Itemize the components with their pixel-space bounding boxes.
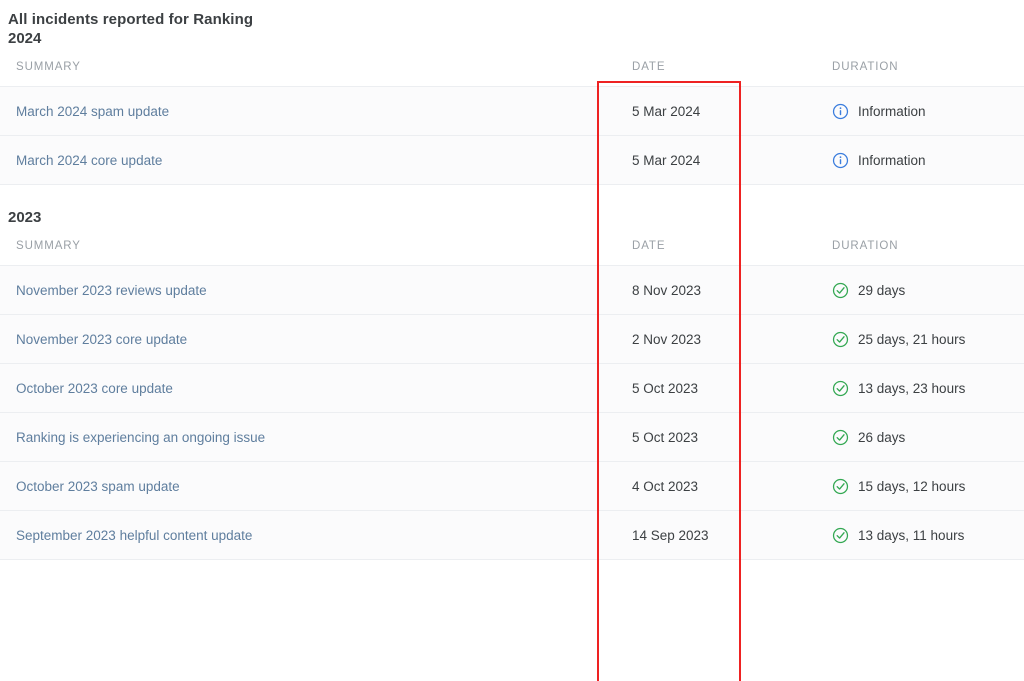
- incident-table: SUMMARY DATE DURATION March 2024 spam updat…: [0, 48, 1024, 185]
- incident-date-cell: 5 Mar 2024: [632, 152, 701, 168]
- duration-label: 25 days, 21 hours: [858, 331, 966, 347]
- page-title: All incidents reported for Ranking: [8, 11, 254, 28]
- check-circle-icon: [832, 331, 849, 347]
- incident-link[interactable]: November 2023 core update: [16, 332, 187, 347]
- incident-duration-cell: Information: [808, 136, 1024, 185]
- duration-wrapper: Information: [832, 152, 1024, 169]
- incident-summary-cell: Ranking is experiencing an ongoing issue: [0, 413, 608, 462]
- incident-groups: 2024 SUMMARY DATE DURATION March 2024 spam u…: [0, 30, 1024, 560]
- incident-duration-cell: 15 days, 12 hours: [808, 462, 1024, 511]
- column-header-summary: SUMMARY: [0, 48, 608, 87]
- incident-duration-cell: 26 days: [808, 413, 1024, 462]
- column-header-duration: DURATION: [808, 48, 1024, 87]
- table-header-row: SUMMARY DATE DURATION: [0, 227, 1024, 266]
- incident-duration-cell: 29 days: [808, 266, 1024, 315]
- incident-summary-cell: November 2023 reviews update: [0, 266, 608, 315]
- incident-date-cell: 2 Nov 2023: [632, 331, 702, 347]
- table-row: October 2023 core update 5 Oct 2023 13 day…: [0, 363, 1024, 413]
- table-row: October 2023 spam update 4 Oct 2023 15 day…: [0, 461, 1024, 511]
- year-group: 2024 SUMMARY DATE DURATION March 2024 spam u…: [0, 30, 1024, 185]
- column-header-duration: DURATION: [808, 227, 1024, 266]
- incident-date-cell: 14 Sep 2023: [632, 527, 709, 543]
- year-heading: 2023: [8, 209, 42, 226]
- incident-duration-cell: Information: [808, 87, 1024, 136]
- column-header-date: DATE: [608, 48, 808, 87]
- table-row: March 2024 core update 5 Mar 2024 Informat…: [0, 135, 1024, 185]
- incident-date-cell: 5 Mar 2024: [632, 103, 701, 119]
- incident-date-cell: 8 Nov 2023: [632, 282, 702, 298]
- incident-duration-cell: 25 days, 21 hours: [808, 315, 1024, 364]
- column-header-summary: SUMMARY: [0, 227, 608, 266]
- table-header-row: SUMMARY DATE DURATION: [0, 48, 1024, 87]
- incident-link[interactable]: March 2024 spam update: [16, 104, 169, 119]
- duration-label: 13 days, 11 hours: [858, 527, 965, 543]
- year-heading: 2024: [8, 30, 42, 47]
- duration-label: 26 days: [858, 429, 906, 445]
- duration-label: 15 days, 12 hours: [858, 478, 966, 494]
- incident-link[interactable]: September 2023 helpful content update: [16, 528, 252, 543]
- check-circle-icon: [832, 527, 849, 543]
- incident-summary-cell: March 2024 spam update: [0, 87, 608, 136]
- duration-label: 13 days, 23 hours: [858, 380, 966, 396]
- year-group: 2023 SUMMARY DATE DURATION November 2023 rev…: [0, 185, 1024, 560]
- duration-label: Information: [858, 152, 926, 168]
- check-circle-icon: [832, 478, 849, 494]
- table-row: November 2023 reviews update 8 Nov 2023 29…: [0, 265, 1024, 315]
- incident-link[interactable]: Ranking is experiencing an ongoing issue: [16, 430, 265, 445]
- check-circle-icon: [832, 429, 849, 445]
- duration-wrapper: 13 days, 23 hours: [832, 380, 1024, 397]
- check-circle-icon: [832, 282, 849, 298]
- incident-link[interactable]: October 2023 core update: [16, 381, 173, 396]
- duration-wrapper: Information: [832, 103, 1024, 120]
- info-circle-icon: [832, 152, 849, 168]
- table-row: March 2024 spam update 5 Mar 2024 Informat…: [0, 86, 1024, 136]
- duration-label: Information: [858, 103, 926, 119]
- table-row: Ranking is experiencing an ongoing issue…: [0, 412, 1024, 462]
- incident-table: SUMMARY DATE DURATION November 2023 reviews…: [0, 227, 1024, 560]
- duration-wrapper: 29 days: [832, 282, 1024, 299]
- column-header-date: DATE: [608, 227, 808, 266]
- incident-link[interactable]: November 2023 reviews update: [16, 283, 207, 298]
- incident-summary-cell: October 2023 spam update: [0, 462, 608, 511]
- table-row: September 2023 helpful content update 14 …: [0, 510, 1024, 560]
- duration-wrapper: 26 days: [832, 429, 1024, 446]
- incident-summary-cell: November 2023 core update: [0, 315, 608, 364]
- incident-link[interactable]: October 2023 spam update: [16, 479, 180, 494]
- info-circle-icon: [832, 103, 849, 119]
- incident-link[interactable]: March 2024 core update: [16, 153, 162, 168]
- duration-wrapper: 25 days, 21 hours: [832, 331, 1024, 348]
- duration-wrapper: 15 days, 12 hours: [832, 478, 1024, 495]
- incident-date-cell: 5 Oct 2023: [632, 380, 699, 396]
- incident-date-cell: 4 Oct 2023: [632, 478, 699, 494]
- table-row: November 2023 core update 2 Nov 2023 25 da…: [0, 314, 1024, 364]
- duration-wrapper: 13 days, 11 hours: [832, 527, 1024, 544]
- incident-history-page: All incidents reported for Ranking 2024 S…: [0, 0, 1024, 681]
- incident-summary-cell: October 2023 core update: [0, 364, 608, 413]
- check-circle-icon: [832, 380, 849, 396]
- incident-duration-cell: 13 days, 11 hours: [808, 511, 1024, 560]
- duration-label: 29 days: [858, 282, 906, 298]
- incident-date-cell: 5 Oct 2023: [632, 429, 699, 445]
- incident-summary-cell: March 2024 core update: [0, 136, 608, 185]
- incident-duration-cell: 13 days, 23 hours: [808, 364, 1024, 413]
- incident-summary-cell: September 2023 helpful content update: [0, 511, 608, 560]
